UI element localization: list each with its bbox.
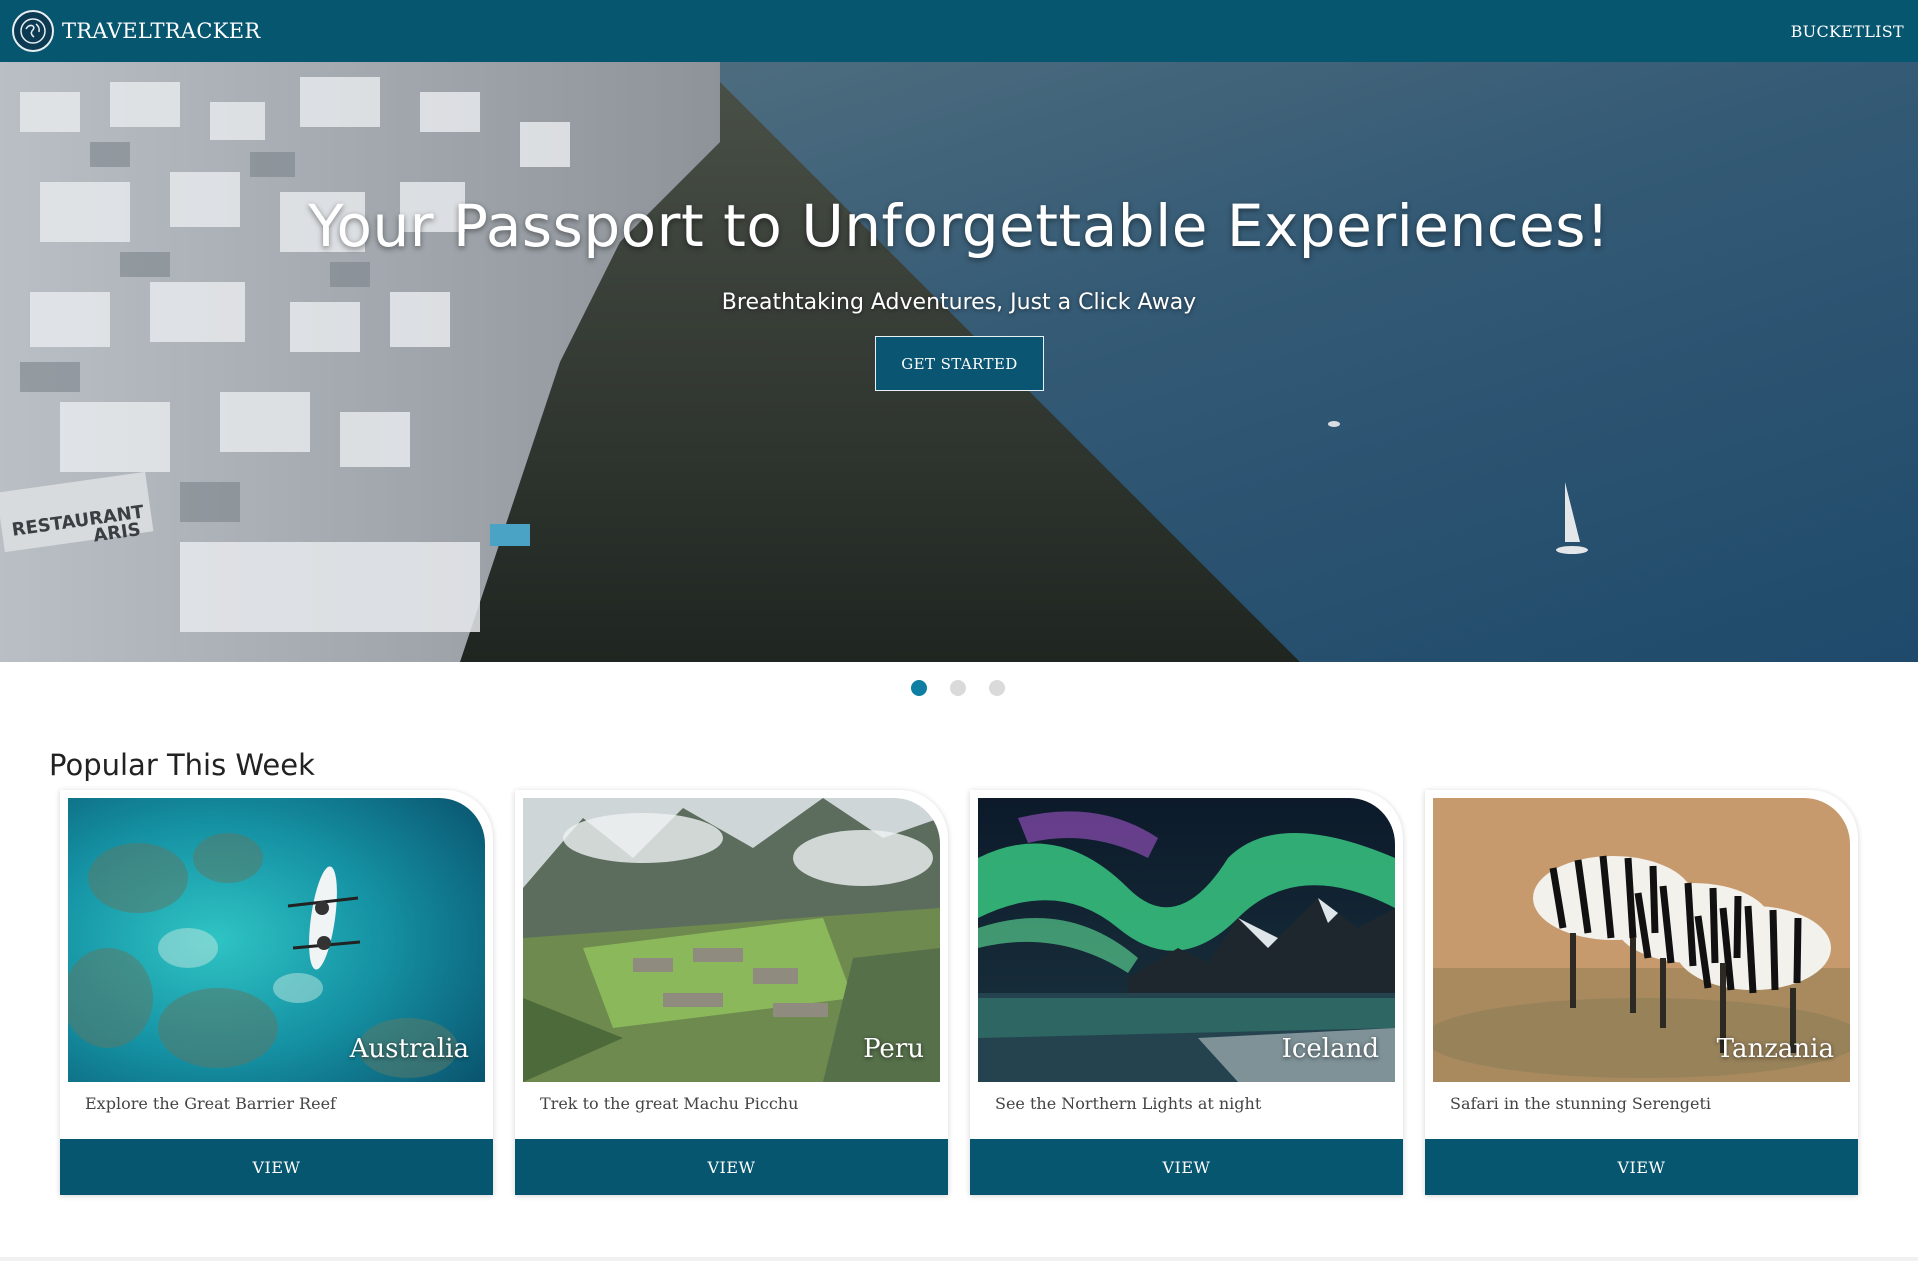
hero-subtitle: Breathtaking Adventures, Just a Click Aw… [721,290,1197,315]
card-description: See the Northern Lights at night [995,1094,1262,1113]
carousel-dot-1[interactable] [911,680,927,696]
card-image-northern-lights: Iceland [978,798,1395,1082]
card-image-zebras: Tanzania [1433,798,1850,1082]
hero-title: Your Passport to Unforgettable Experienc… [308,192,1610,260]
destination-card-iceland: Iceland See the Northern Lights at night… [970,790,1403,1195]
card-image-machu-picchu: Peru [523,798,940,1082]
destination-card-peru: Peru Trek to the great Machu Picchu VIEW [515,790,948,1195]
card-description: Trek to the great Machu Picchu [540,1094,799,1113]
popular-heading: Popular This Week [49,748,315,782]
top-navbar: TRAVELTRACKER BUCKETLIST [0,0,1918,62]
view-australia-button[interactable]: VIEW [60,1139,493,1195]
carousel-indicators [911,680,1005,696]
page-bottom-divider [0,1257,1918,1261]
hero-carousel: RESTAURANT ARIS Your Passport to Unforge… [0,62,1918,662]
card-country: Tanzania [1716,1034,1834,1064]
brand-home-link[interactable]: TRAVELTRACKER [12,10,260,52]
view-iceland-button[interactable]: VIEW [970,1139,1403,1195]
carousel-dot-2[interactable] [950,680,966,696]
card-country: Iceland [1281,1034,1379,1064]
carousel-dot-3[interactable] [989,680,1005,696]
view-tanzania-button[interactable]: VIEW [1425,1139,1858,1195]
globe-logo-icon [12,10,54,52]
card-country: Australia [349,1034,469,1064]
get-started-button[interactable]: GET STARTED [875,336,1044,391]
destination-card-tanzania: Tanzania Safari in the stunning Serenget… [1425,790,1858,1195]
card-description: Explore the Great Barrier Reef [85,1094,336,1113]
popular-cards: Australia Explore the Great Barrier Reef… [60,790,1858,1195]
card-country: Peru [863,1034,924,1064]
brand-name: TRAVELTRACKER [62,19,261,43]
destination-card-australia: Australia Explore the Great Barrier Reef… [60,790,493,1195]
card-image-reef: Australia [68,798,485,1082]
bucketlist-link[interactable]: BUCKETLIST [1791,22,1904,41]
card-description: Safari in the stunning Serengeti [1450,1094,1712,1113]
view-peru-button[interactable]: VIEW [515,1139,948,1195]
